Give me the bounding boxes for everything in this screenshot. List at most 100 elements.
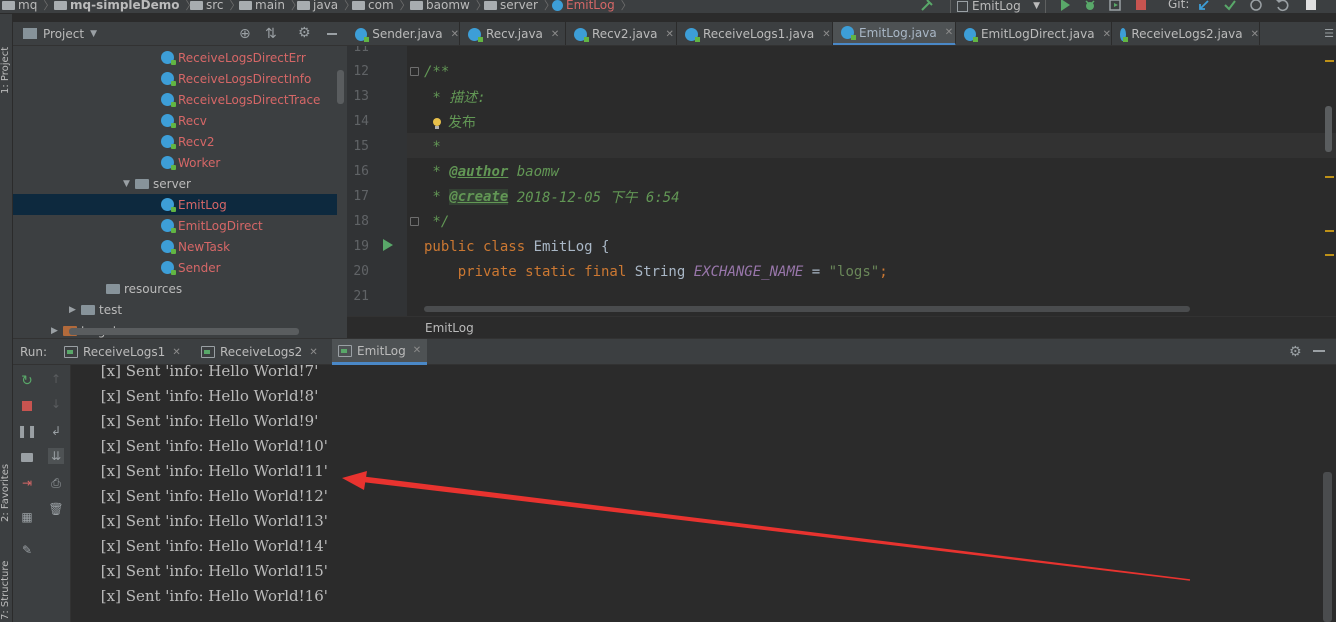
tab-receivelogs2-java[interactable]: ReceiveLogs2.java ✕ [1112, 22, 1260, 45]
tab-overflow-icon[interactable]: ☰ [1324, 27, 1334, 40]
vcs-branch-icon[interactable] [1304, 0, 1318, 12]
vcs-update-icon[interactable] [1197, 0, 1211, 12]
expand-arrow-icon[interactable]: ▶ [51, 326, 63, 336]
tab-emitlogdirect-java[interactable]: EmitLogDirect.java ✕ [956, 22, 1112, 45]
exit-icon[interactable]: ⇥ [19, 475, 35, 491]
project-vertical-scrollbar[interactable] [337, 70, 344, 104]
tab-emitlog-java[interactable]: EmitLog.java ✕ [833, 22, 956, 45]
editor-vertical-scrollbar[interactable] [1325, 106, 1332, 152]
tree-item-worker[interactable]: Worker [13, 152, 337, 173]
code-editor[interactable]: 11 12 13 14 15 16 17 18 19 20 21 /** * 描… [347, 46, 1336, 316]
run-panel-header: Run: ReceiveLogs1 ✕ ReceiveLogs2 ✕ EmitLog… [13, 338, 1336, 365]
expand-arrow-icon[interactable]: ▼ [123, 179, 135, 189]
project-view-title[interactable]: Project [43, 27, 84, 41]
error-stripe-mark[interactable] [1325, 254, 1334, 256]
stop-icon[interactable] [19, 398, 35, 414]
locate-icon[interactable]: ⊕ [239, 26, 251, 42]
project-horizontal-scrollbar[interactable] [69, 328, 299, 335]
chevron-down-icon[interactable]: ▼ [90, 29, 97, 39]
soft-wrap-icon[interactable]: ↲ [48, 423, 64, 439]
run-icon[interactable] [1058, 0, 1072, 12]
breadcrumb-item-main[interactable]: main〉 [239, 0, 302, 13]
gear-icon[interactable]: ⚙ [1289, 344, 1303, 360]
tree-item-resources[interactable]: resources [13, 278, 337, 299]
close-icon[interactable]: ✕ [945, 27, 953, 38]
tree-item-receivelogsdirectinfo[interactable]: ReceiveLogsDirectInfo [13, 68, 337, 89]
close-icon[interactable]: ✕ [822, 29, 830, 40]
run-tab-emitlog[interactable]: EmitLog ✕ [332, 339, 428, 365]
run-class-gutter-icon[interactable] [383, 239, 393, 251]
debug-icon[interactable] [1083, 0, 1097, 12]
fold-toggle-icon[interactable] [410, 67, 419, 76]
console-output[interactable]: [x] Sent 'info: Hello World!7' [x] Sent … [71, 365, 1336, 622]
gear-icon[interactable]: ⚙ [298, 25, 311, 41]
tree-item-recv[interactable]: Recv [13, 110, 337, 131]
tab-sender-java[interactable]: Sender.java ✕ [347, 22, 460, 45]
close-icon[interactable]: ✕ [1103, 29, 1111, 40]
close-icon[interactable]: ✕ [309, 347, 317, 358]
scroll-to-end-icon[interactable]: ⇊ [48, 448, 64, 464]
close-icon[interactable]: ✕ [172, 347, 180, 358]
close-icon[interactable]: ✕ [451, 29, 459, 40]
hide-panel-icon[interactable] [1313, 350, 1325, 352]
close-icon[interactable]: ✕ [665, 29, 673, 40]
tab-recv-java[interactable]: Recv.java ✕ [460, 22, 566, 45]
breadcrumb-item-baomw[interactable]: baomw 〉 [410, 0, 487, 13]
breadcrumb-item-com[interactable]: com 〉 [352, 0, 411, 13]
down-arrow-icon[interactable]: ↓ [48, 396, 64, 412]
breadcrumb-item-mq[interactable]: mq 〉 [2, 0, 54, 13]
console-vertical-scrollbar[interactable] [1323, 472, 1332, 622]
revert-icon[interactable] [1275, 0, 1289, 12]
vcs-commit-icon[interactable] [1223, 0, 1237, 12]
breadcrumb-class[interactable]: EmitLog [425, 321, 474, 335]
fold-toggle-icon[interactable] [410, 217, 419, 226]
rerun-icon[interactable]: ↻ [19, 373, 35, 389]
pin-icon[interactable]: ✎ [19, 542, 35, 558]
tree-item-recv2[interactable]: Recv2 [13, 131, 337, 152]
pause-icon[interactable]: ❚❚ [17, 423, 37, 439]
collapse-all-icon[interactable]: ⇅ [265, 26, 277, 42]
hide-panel-icon[interactable] [327, 33, 337, 35]
tree-item-receivelogsdirecttrace[interactable]: ReceiveLogsDirectTrace [13, 89, 337, 110]
breadcrumb-item-emitlog[interactable]: EmitLog 〉 [552, 0, 632, 13]
history-icon[interactable] [1249, 0, 1263, 12]
error-stripe-mark[interactable] [1325, 230, 1334, 232]
tree-item-emitlog[interactable]: EmitLog [13, 194, 337, 215]
up-arrow-icon[interactable]: ↑ [48, 371, 64, 387]
project-tool-button[interactable]: 1: Project [0, 30, 13, 94]
tree-item-server-package[interactable]: ▼ server [13, 173, 337, 194]
stop-icon[interactable] [1134, 0, 1148, 12]
tree-item-test[interactable]: ▶ test [13, 299, 337, 320]
favorites-tool-button[interactable]: 2: Favorites [0, 454, 13, 522]
breadcrumb-item-server[interactable]: server 〉 [484, 0, 555, 13]
console-line: [x] Sent 'info: Hello World!10' [96, 436, 328, 455]
close-icon[interactable]: ✕ [413, 345, 421, 356]
breadcrumb-item-module[interactable]: mq-simpleDemo〉 [54, 0, 197, 13]
error-stripe-mark[interactable] [1325, 60, 1334, 62]
print-icon[interactable]: ⎙ [48, 475, 64, 491]
tree-item-newtask[interactable]: NewTask [13, 236, 337, 257]
tree-item-sender[interactable]: Sender [13, 257, 337, 278]
run-tab-receivelogs2[interactable]: ReceiveLogs2 ✕ [195, 339, 324, 365]
tree-item-receivelogsdirecterr[interactable]: ReceiveLogsDirectErr [13, 47, 337, 68]
trash-icon[interactable]: 🗑 [48, 501, 64, 517]
close-icon[interactable]: ✕ [1251, 29, 1259, 40]
expand-arrow-icon[interactable]: ▶ [69, 305, 81, 315]
tree-item-emitlogdirect[interactable]: EmitLogDirect [13, 215, 337, 236]
layout-icon[interactable]: ▦ [19, 509, 35, 525]
tab-recv2-java[interactable]: Recv2.java ✕ [566, 22, 677, 45]
camera-icon[interactable] [19, 449, 35, 465]
run-configuration-select[interactable]: EmitLog ▼ [950, 0, 1046, 13]
folder-icon [54, 0, 67, 10]
build-hammer-icon[interactable] [920, 0, 934, 12]
coverage-icon[interactable] [1108, 0, 1122, 12]
class-icon [161, 261, 176, 275]
tab-receivelogs1-java[interactable]: ReceiveLogs1.java ✕ [677, 22, 833, 45]
editor-horizontal-scrollbar[interactable] [424, 306, 1190, 312]
breadcrumb-item-src[interactable]: src 〉 [190, 0, 241, 13]
structure-tool-button[interactable]: 7: Structure [0, 542, 13, 620]
close-icon[interactable]: ✕ [551, 29, 559, 40]
error-stripe-mark[interactable] [1325, 176, 1334, 178]
run-tab-receivelogs1[interactable]: ReceiveLogs1 ✕ [58, 339, 187, 365]
breadcrumb-item-java[interactable]: java 〉 [297, 0, 355, 13]
